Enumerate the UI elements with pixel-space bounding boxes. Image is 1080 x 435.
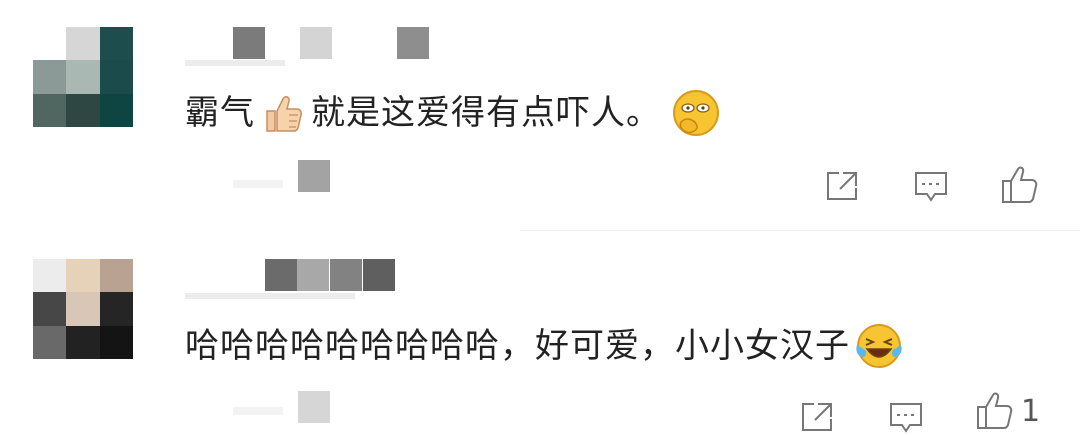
reply-button[interactable] [888,401,924,435]
reply-button[interactable] [913,170,949,204]
share-button[interactable] [800,401,836,433]
comment-item-1: 霸气 就是这爱得有点吓人。 [0,0,1080,230]
reply-icon [890,403,922,433]
comment-text: 哈哈哈哈哈哈哈哈哈，好可爱，小小女汉子 [185,321,904,371]
comment-item-2: 哈哈哈哈哈哈哈哈哈，好可爱，小小女汉子 1 [0,231,1080,433]
share-icon [827,172,857,200]
share-icon [802,403,832,431]
like-button[interactable]: 1 [975,391,1040,431]
timestamp-redacted [185,160,345,196]
laughing-crying-icon [854,321,904,371]
thumbs-up-icon [261,91,305,135]
comment-text-content: 哈哈哈哈哈哈哈哈哈，好可爱，小小女汉子 [185,326,850,366]
comment-text: 霸气 就是这爱得有点吓人。 [185,88,721,138]
avatar[interactable] [33,259,133,359]
like-icon [1002,166,1038,203]
username-redacted[interactable] [185,259,445,299]
share-button[interactable] [825,170,861,202]
reply-icon [915,172,947,202]
avatar[interactable] [33,27,133,127]
username-redacted[interactable] [185,27,445,67]
like-button[interactable] [1000,165,1046,205]
like-count: 1 [1021,393,1041,429]
timestamp-redacted [185,391,345,427]
comment-text-part-1: 霸气 [185,93,255,133]
comment-text-part-2: 就是这爱得有点吓人。 [311,93,661,133]
shy-face-icon [671,88,721,138]
like-icon [977,392,1013,429]
